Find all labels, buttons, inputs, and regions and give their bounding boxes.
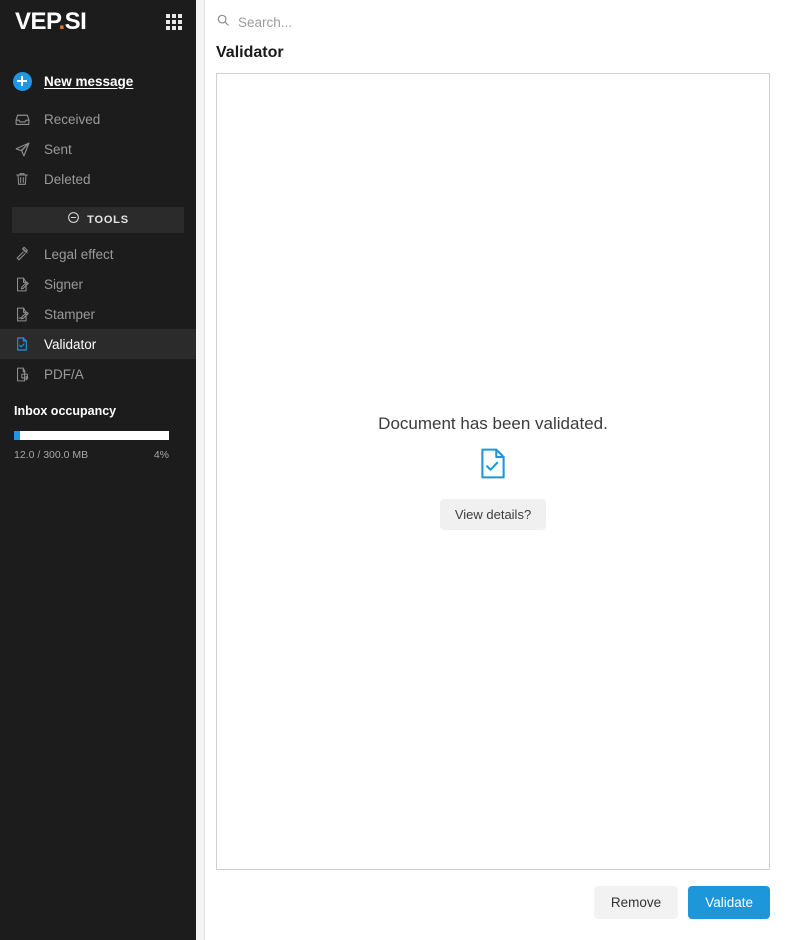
sidebar: VEP.SI New message Received Sent Deleted… (0, 0, 196, 940)
sidebar-item-new-message[interactable]: New message (0, 64, 196, 98)
validate-button[interactable]: Validate (688, 886, 770, 919)
document-pen-icon (12, 274, 32, 294)
validation-status-text: Document has been validated. (378, 413, 608, 433)
sidebar-brand-bar: VEP.SI (0, 0, 196, 44)
sidebar-item-signer[interactable]: Signer (0, 269, 196, 299)
sidebar-primary-nav: New message Received Sent Deleted (0, 64, 196, 194)
tools-section-label: TOOLS (87, 214, 129, 226)
sidebar-item-pdfa[interactable]: PDF/A (0, 359, 196, 389)
document-check-icon (12, 334, 32, 354)
document-check-icon (480, 448, 506, 484)
app-logo: VEP.SI (15, 8, 87, 35)
grid-apps-icon[interactable] (166, 14, 182, 30)
logo-suffix: SI (64, 8, 87, 35)
remove-button[interactable]: Remove (593, 886, 679, 919)
validation-result: Document has been validated. View detail… (378, 414, 608, 530)
sidebar-item-label: PDF/A (44, 366, 84, 382)
search-icon (216, 13, 230, 32)
sidebar-tools-nav: Legal effect Signer Stamper Validator PD… (0, 239, 196, 389)
sidebar-item-label: Legal effect (44, 246, 114, 262)
logo-prefix: VEP (15, 8, 59, 35)
minus-circle-icon (67, 211, 80, 229)
inbox-occupancy: Inbox occupancy 12.0 / 300.0 MB 4% (0, 404, 196, 461)
inbox-icon (12, 109, 32, 129)
plus-circle-icon (12, 71, 32, 91)
trash-icon (12, 169, 32, 189)
panel-actions: Remove Validate (216, 870, 770, 919)
sidebar-item-label: Signer (44, 276, 84, 292)
sidebar-item-label: Deleted (44, 171, 91, 187)
sidebar-item-label: Sent (44, 141, 72, 157)
search-bar (208, 0, 770, 44)
document-drop-panel[interactable]: Document has been validated. View detail… (216, 73, 770, 870)
sidebar-item-deleted[interactable]: Deleted (0, 164, 196, 194)
sidebar-item-legal-effect[interactable]: Legal effect (0, 239, 196, 269)
view-details-button[interactable]: View details? (439, 498, 547, 530)
storage-progress-fill (14, 431, 21, 440)
app-root: VEP.SI New message Received Sent Deleted… (0, 0, 800, 940)
content-scrollbar[interactable] (196, 0, 205, 940)
main-content: Validator Document has been validated. V… (196, 0, 800, 940)
sidebar-item-label: Stamper (44, 306, 96, 322)
pdf-convert-icon (12, 364, 32, 384)
inbox-occupancy-title: Inbox occupancy (14, 404, 117, 418)
storage-percent-label: 4% (153, 449, 169, 461)
paper-plane-icon (12, 139, 32, 159)
sidebar-item-validator[interactable]: Validator (0, 329, 196, 359)
sidebar-item-sent[interactable]: Sent (0, 134, 196, 164)
sidebar-item-label: Received (44, 111, 101, 127)
storage-progress-bar (14, 431, 169, 440)
storage-meta: 12.0 / 300.0 MB 4% (14, 449, 169, 461)
storage-used-label: 12.0 / 300.0 MB (14, 449, 89, 461)
sidebar-item-stamper[interactable]: Stamper (0, 299, 196, 329)
search-input[interactable] (238, 14, 538, 30)
document-stamp-icon (12, 304, 32, 324)
gavel-icon (12, 244, 32, 264)
sidebar-item-label: New message (44, 73, 134, 89)
sidebar-item-label: Validator (44, 336, 97, 352)
page-title: Validator (216, 44, 284, 61)
sidebar-item-received[interactable]: Received (0, 104, 196, 134)
tools-section-header[interactable]: TOOLS (12, 207, 184, 233)
